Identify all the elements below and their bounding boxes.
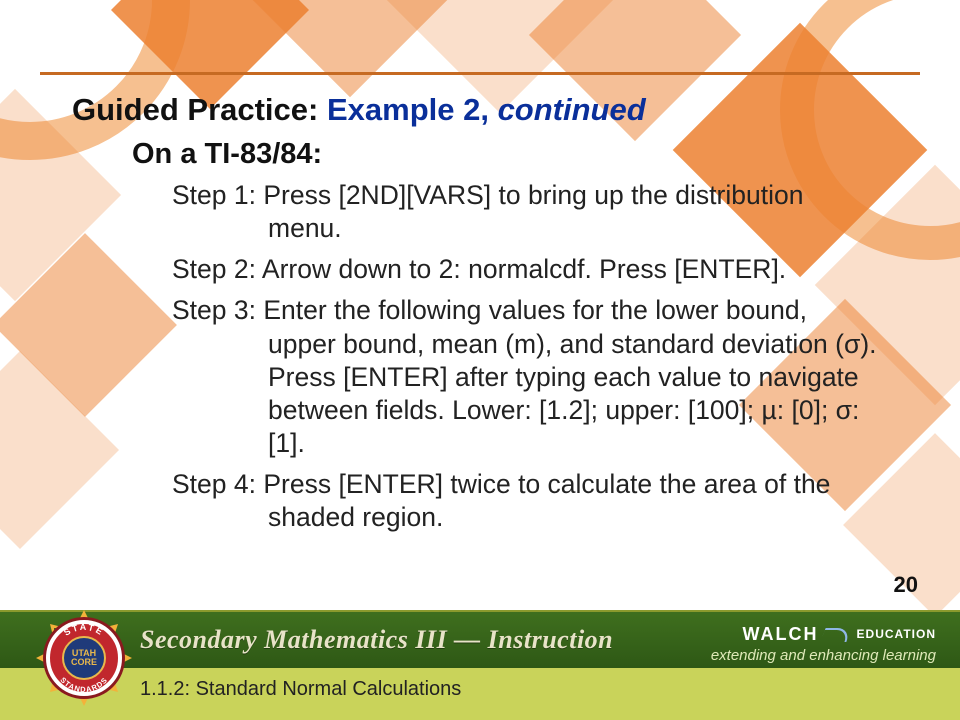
- brand-tagline: extending and enhancing learning: [711, 647, 936, 664]
- step-item: Step 1: Press [2ND][VARS] to bring up th…: [172, 179, 878, 245]
- slide: Guided Practice: Example 2, continued On…: [0, 0, 960, 720]
- title-continued: continued: [498, 92, 646, 127]
- step-body: Arrow down to 2: normalcdf. Press [ENTER…: [262, 254, 786, 284]
- swoosh-icon: [820, 628, 851, 642]
- step-item: Step 3: Enter the following values for t…: [172, 294, 878, 460]
- footer-band: Secondary Mathematics III — Instruction …: [0, 612, 960, 668]
- slide-content: Guided Practice: Example 2, continued On…: [72, 92, 888, 542]
- title-example: Example 2,: [327, 92, 498, 127]
- seal-top-arc: STATE: [62, 622, 106, 638]
- brand-logo: WALCH EDUCATION: [711, 624, 936, 645]
- step-label: Step 3:: [172, 295, 256, 325]
- step-label: Step 1:: [172, 180, 256, 210]
- footer: Secondary Mathematics III — Instruction …: [0, 610, 960, 720]
- step-body: Press [2ND][VARS] to bring up the distri…: [263, 180, 803, 243]
- slide-title: Guided Practice: Example 2, continued: [72, 92, 888, 128]
- page-number: 20: [894, 572, 918, 598]
- step-label: Step 2:: [172, 254, 256, 284]
- course-title: Secondary Mathematics III — Instruction: [140, 625, 613, 655]
- brand-main: WALCH: [743, 624, 819, 644]
- steps-list: Step 1: Press [2ND][VARS] to bring up th…: [172, 179, 878, 534]
- state-seal-icon: UTAH CORE STATE STANDARDS: [36, 610, 132, 706]
- title-prefix: Guided Practice:: [72, 92, 327, 127]
- step-item: Step 4: Press [ENTER] twice to calculate…: [172, 468, 878, 534]
- svg-text:STATE: STATE: [62, 622, 106, 638]
- device-heading: On a TI-83/84:: [132, 138, 888, 171]
- top-divider: [0, 72, 960, 75]
- footer-subtitle: 1.1.2: Standard Normal Calculations: [140, 678, 461, 701]
- brand-sub: EDUCATION: [857, 627, 936, 641]
- brand-block: WALCH EDUCATION extending and enhancing l…: [711, 624, 936, 664]
- step-body: Enter the following values for the lower…: [263, 295, 876, 458]
- svg-text:STANDARDS: STANDARDS: [58, 675, 109, 694]
- step-label: Step 4:: [172, 469, 256, 499]
- step-item: Step 2: Arrow down to 2: normalcdf. Pres…: [172, 253, 878, 286]
- seal-bottom-arc: STANDARDS: [58, 675, 109, 694]
- step-body: Press [ENTER] twice to calculate the are…: [263, 469, 830, 532]
